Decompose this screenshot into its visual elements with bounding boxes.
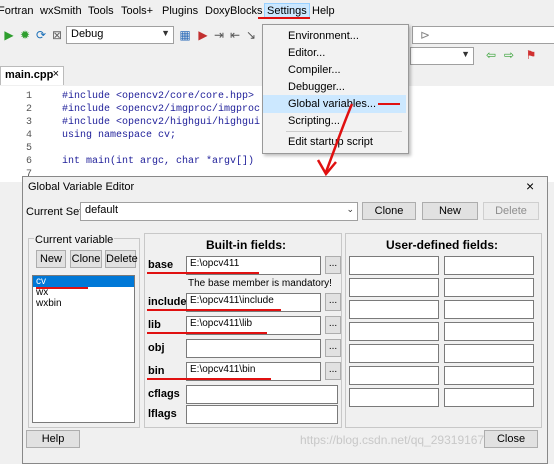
delete-set-button[interactable]: Delete bbox=[483, 202, 539, 220]
annotation-underline-base bbox=[147, 272, 259, 274]
builtin-fields-header: Built-in fields: bbox=[206, 238, 286, 252]
ud-value-field[interactable] bbox=[444, 388, 534, 407]
ud-value-field[interactable] bbox=[444, 344, 534, 363]
userdefined-fields-header: User-defined fields: bbox=[386, 238, 499, 252]
current-variable-label: Current variable bbox=[34, 234, 115, 246]
help-button[interactable]: Help bbox=[26, 430, 80, 448]
annotation-underline-bin bbox=[147, 378, 271, 380]
lflags-field[interactable] bbox=[186, 405, 338, 424]
ud-key-field[interactable] bbox=[349, 256, 439, 275]
ud-value-field[interactable] bbox=[444, 300, 534, 319]
annotation-underline-include bbox=[147, 309, 281, 311]
close-button[interactable]: Close bbox=[484, 430, 538, 448]
include-browse-button[interactable]: ... bbox=[325, 293, 341, 311]
ud-key-field[interactable] bbox=[349, 366, 439, 385]
bin-browse-button[interactable]: ... bbox=[325, 362, 341, 380]
ud-key-field[interactable] bbox=[349, 344, 439, 363]
obj-browse-button[interactable]: ... bbox=[325, 339, 341, 357]
clone-variable-button[interactable]: Clone bbox=[70, 250, 102, 268]
current-set-select[interactable]: default ⌄ bbox=[80, 202, 358, 221]
cflags-field[interactable] bbox=[186, 385, 338, 404]
new-variable-button[interactable]: New bbox=[36, 250, 66, 268]
annotation-underline-lib bbox=[147, 332, 267, 334]
lib-browse-button[interactable]: ... bbox=[325, 316, 341, 334]
close-icon[interactable]: × bbox=[526, 178, 534, 194]
dialog-title: Global Variable Editor bbox=[28, 181, 135, 193]
include-label: include bbox=[148, 296, 187, 308]
cflags-label: cflags bbox=[148, 388, 180, 400]
new-set-button[interactable]: New bbox=[422, 202, 478, 220]
selected-row-highlight bbox=[33, 276, 134, 287]
current-set-value: default bbox=[85, 204, 119, 216]
bin-label: bin bbox=[148, 365, 165, 377]
lflags-label: lflags bbox=[148, 408, 177, 420]
clone-set-button[interactable]: Clone bbox=[362, 202, 416, 220]
base-label: base bbox=[148, 259, 174, 271]
ud-value-field[interactable] bbox=[444, 366, 534, 385]
ud-key-field[interactable] bbox=[349, 322, 439, 341]
list-item-wxbin[interactable]: wxbin bbox=[36, 298, 62, 309]
chevron-down-icon: ⌄ bbox=[346, 204, 354, 214]
base-note: The base member is mandatory! bbox=[188, 278, 332, 289]
ud-key-field[interactable] bbox=[349, 388, 439, 407]
ud-value-field[interactable] bbox=[444, 322, 534, 341]
obj-field[interactable] bbox=[186, 339, 321, 358]
watermark: https://blog.csdn.net/qq_29319167 bbox=[300, 433, 485, 447]
delete-variable-button[interactable]: Delete bbox=[105, 250, 138, 268]
annotation-underline-cv bbox=[36, 287, 88, 289]
ud-value-field[interactable] bbox=[444, 256, 534, 275]
current-set-label: Current Set: bbox=[26, 206, 86, 218]
list-item-cv[interactable]: cv bbox=[36, 276, 46, 287]
base-browse-button[interactable]: ... bbox=[325, 256, 341, 274]
ud-key-field[interactable] bbox=[349, 300, 439, 319]
ud-value-field[interactable] bbox=[444, 278, 534, 297]
ud-key-field[interactable] bbox=[349, 278, 439, 297]
lib-label: lib bbox=[148, 319, 161, 331]
obj-label: obj bbox=[148, 342, 165, 354]
